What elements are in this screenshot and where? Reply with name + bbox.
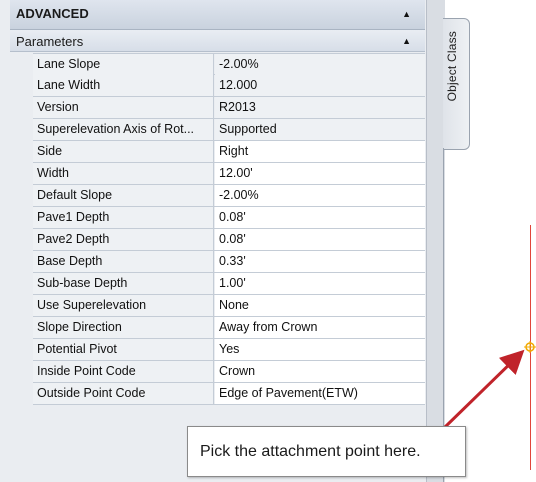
- property-value[interactable]: 0.08': [215, 229, 425, 250]
- property-value[interactable]: 0.33': [215, 251, 425, 272]
- table-row[interactable]: Use Superelevation None: [33, 295, 425, 317]
- table-row[interactable]: Base Depth 0.33': [33, 251, 425, 273]
- tab-object-class[interactable]: Object Class: [443, 18, 470, 150]
- property-name: Base Depth: [33, 251, 214, 272]
- property-name: Pave1 Depth: [33, 207, 214, 228]
- table-row[interactable]: Pave2 Depth 0.08': [33, 229, 425, 251]
- property-value[interactable]: Right: [215, 141, 425, 162]
- property-value: R2013: [215, 97, 425, 118]
- advanced-section-header[interactable]: ADVANCED ▲: [10, 0, 425, 30]
- property-name: Lane Width: [33, 75, 214, 96]
- parameters-table: Lane Slope -2.00% Lane Width 12.000 Vers…: [33, 53, 425, 423]
- attachment-point-marker-icon[interactable]: [524, 341, 536, 353]
- property-value[interactable]: 0.08': [215, 207, 425, 228]
- tab-object-class-label: Object Class: [445, 31, 459, 102]
- collapse-up-icon[interactable]: ▲: [402, 9, 411, 19]
- property-name: Width: [33, 163, 214, 184]
- table-row[interactable]: Sub-base Depth 1.00': [33, 273, 425, 295]
- property-value[interactable]: Yes: [215, 339, 425, 360]
- table-row: Lane Width 12.000: [33, 75, 425, 97]
- table-row[interactable]: Side Right: [33, 141, 425, 163]
- property-value[interactable]: 12.00': [215, 163, 425, 184]
- collapse-up-icon[interactable]: ▲: [402, 36, 411, 46]
- callout-text: Pick the attachment point here.: [200, 443, 421, 460]
- table-row[interactable]: Width 12.00': [33, 163, 425, 185]
- property-name: Default Slope: [33, 185, 214, 206]
- parameters-group-header[interactable]: Parameters ▲: [10, 30, 425, 52]
- property-value[interactable]: Away from Crown: [215, 317, 425, 338]
- table-row[interactable]: Pave1 Depth 0.08': [33, 207, 425, 229]
- parameters-group-title: Parameters: [16, 34, 84, 49]
- table-row[interactable]: Inside Point Code Crown: [33, 361, 425, 383]
- properties-panel: ADVANCED ▲ Parameters ▲ Lane Slope -2.00…: [0, 0, 426, 482]
- property-name: Lane Slope: [33, 54, 214, 75]
- property-value[interactable]: Edge of Pavement(ETW): [215, 383, 425, 404]
- property-value: Supported: [215, 119, 425, 140]
- property-name: Outside Point Code: [33, 383, 214, 404]
- property-value[interactable]: -2.00%: [215, 185, 425, 206]
- table-row[interactable]: Potential Pivot Yes: [33, 339, 425, 361]
- property-name: Use Superelevation: [33, 295, 214, 316]
- property-name: Inside Point Code: [33, 361, 214, 382]
- property-name: Sub-base Depth: [33, 273, 214, 294]
- property-value: -2.00%: [215, 54, 425, 75]
- property-value[interactable]: 1.00': [215, 273, 425, 294]
- property-name: Version: [33, 97, 214, 118]
- callout-box: Pick the attachment point here.: [187, 426, 466, 477]
- property-value[interactable]: Crown: [215, 361, 425, 382]
- table-row[interactable]: Outside Point Code Edge of Pavement(ETW): [33, 383, 425, 405]
- property-name: Side: [33, 141, 214, 162]
- table-row[interactable]: Default Slope -2.00%: [33, 185, 425, 207]
- property-value[interactable]: None: [215, 295, 425, 316]
- property-value: 12.000: [215, 75, 425, 96]
- table-row: Superelevation Axis of Rot... Supported: [33, 119, 425, 141]
- property-name: Pave2 Depth: [33, 229, 214, 250]
- table-row: Version R2013: [33, 97, 425, 119]
- property-name: Potential Pivot: [33, 339, 214, 360]
- property-name: Slope Direction: [33, 317, 214, 338]
- advanced-section-title: ADVANCED: [16, 6, 89, 21]
- property-name: Superelevation Axis of Rot...: [33, 119, 214, 140]
- table-row[interactable]: Slope Direction Away from Crown: [33, 317, 425, 339]
- table-row: Lane Slope -2.00%: [33, 53, 425, 75]
